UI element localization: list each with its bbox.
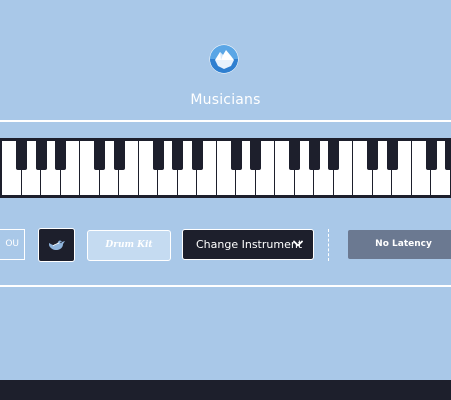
piano-black-key[interactable] xyxy=(35,138,47,170)
piano-black-key[interactable] xyxy=(55,138,66,170)
piano-black-key[interactable] xyxy=(367,138,378,170)
piano-black-key[interactable] xyxy=(113,138,125,170)
left-partial-label: OU xyxy=(5,239,19,249)
keyboard-top-divider xyxy=(0,120,451,122)
bird-button[interactable] xyxy=(38,228,75,262)
piano-black-key[interactable] xyxy=(386,138,398,170)
bird-icon xyxy=(49,240,65,251)
piano-black-key[interactable] xyxy=(94,138,105,170)
piano-black-key[interactable] xyxy=(425,138,437,170)
chevron-down-icon xyxy=(293,240,303,247)
piano-keyboard[interactable] xyxy=(0,138,451,198)
drum-kit-label: Drum Kit xyxy=(105,240,153,250)
change-instrument-label: Change Instrument xyxy=(196,238,303,251)
no-latency-label: No Latency xyxy=(375,239,432,249)
piano-black-key[interactable] xyxy=(16,138,27,170)
piano-black-key[interactable] xyxy=(308,138,320,170)
controls-bottom-divider xyxy=(0,285,451,287)
no-latency-button[interactable]: No Latency xyxy=(348,230,451,259)
piano-black-key[interactable] xyxy=(152,138,164,170)
piano-black-key[interactable] xyxy=(289,138,300,170)
piano-black-key[interactable] xyxy=(250,138,261,170)
page: Musicians OU Drum Kit Change Instrument … xyxy=(0,0,451,400)
room-title: Musicians xyxy=(190,92,261,108)
piano-black-key[interactable] xyxy=(191,138,203,170)
piano-black-key[interactable] xyxy=(172,138,183,170)
piano-black-key[interactable] xyxy=(230,138,242,170)
piano-black-key[interactable] xyxy=(445,138,451,170)
piano-black-key[interactable] xyxy=(328,138,339,170)
change-instrument-button[interactable]: Change Instrument xyxy=(182,229,314,260)
iceberg-globe-icon xyxy=(209,44,239,74)
bottom-bar xyxy=(0,380,451,400)
drum-kit-button[interactable]: Drum Kit xyxy=(87,230,171,261)
left-partial-button[interactable]: OU xyxy=(0,229,25,260)
controls-divider xyxy=(328,229,329,261)
